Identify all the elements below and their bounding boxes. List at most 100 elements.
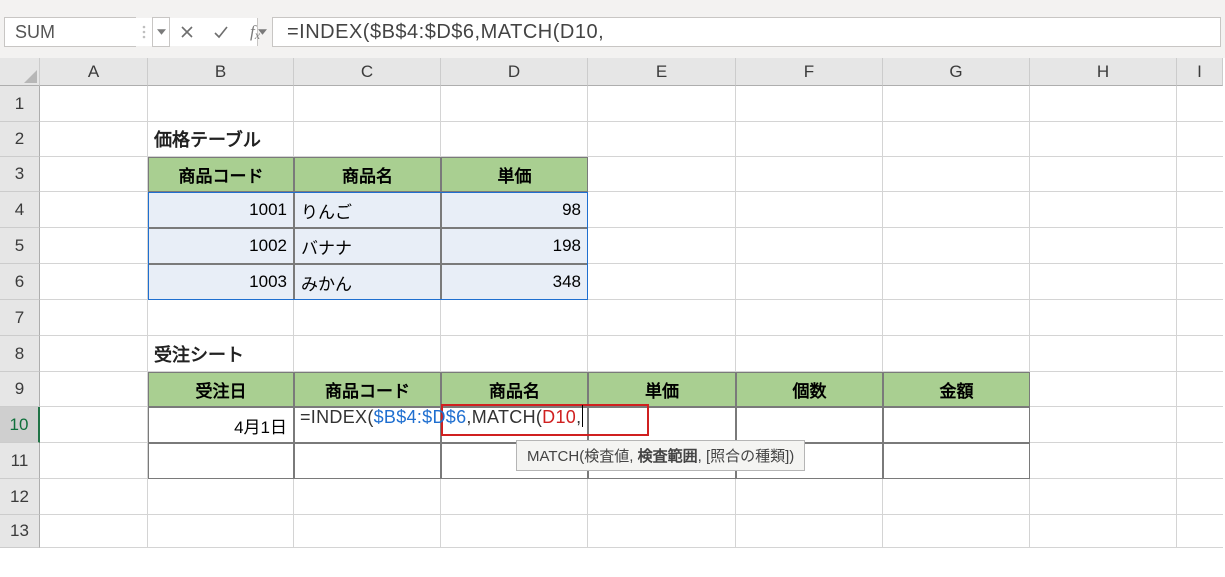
cell[interactable]	[294, 122, 441, 157]
cell[interactable]	[40, 300, 148, 336]
table1-cell[interactable]: 1001	[148, 192, 294, 228]
table2-header[interactable]: 受注日	[148, 372, 294, 407]
cell[interactable]	[1177, 86, 1223, 122]
tooltip-arg[interactable]: [照合の種類]	[706, 448, 789, 465]
row-header-4[interactable]: 4	[0, 192, 40, 228]
col-header-A[interactable]: A	[40, 58, 148, 86]
cell[interactable]	[40, 122, 148, 157]
cell[interactable]	[588, 515, 736, 548]
cell[interactable]	[883, 122, 1030, 157]
cell[interactable]	[883, 157, 1030, 192]
row-header-12[interactable]: 12	[0, 479, 40, 515]
row-header-3[interactable]: 3	[0, 157, 40, 192]
row-header-5[interactable]: 5	[0, 228, 40, 264]
cell[interactable]	[1030, 157, 1177, 192]
cell[interactable]	[294, 300, 441, 336]
cell[interactable]	[1177, 157, 1223, 192]
cell[interactable]	[588, 122, 736, 157]
cell[interactable]	[1030, 372, 1177, 407]
row-header-13[interactable]: 13	[0, 515, 40, 548]
cell[interactable]	[588, 192, 736, 228]
cell[interactable]	[40, 157, 148, 192]
cell[interactable]	[883, 192, 1030, 228]
table2-cell[interactable]	[883, 443, 1030, 479]
cell[interactable]	[588, 300, 736, 336]
cell[interactable]	[736, 192, 883, 228]
cell[interactable]	[1177, 372, 1223, 407]
cell[interactable]	[883, 228, 1030, 264]
cell[interactable]	[588, 336, 736, 372]
cell[interactable]	[736, 86, 883, 122]
cell[interactable]	[1177, 407, 1223, 443]
table1-title[interactable]: 価格テーブル	[148, 122, 294, 157]
table1-header[interactable]: 商品名	[294, 157, 441, 192]
cell[interactable]	[40, 372, 148, 407]
col-header-F[interactable]: F	[736, 58, 883, 86]
cell[interactable]	[1177, 479, 1223, 515]
confirm-formula-button[interactable]	[204, 17, 238, 47]
cell[interactable]	[148, 86, 294, 122]
cell[interactable]	[736, 300, 883, 336]
row-header-6[interactable]: 6	[0, 264, 40, 300]
cell[interactable]	[1030, 86, 1177, 122]
row-header-2[interactable]: 2	[0, 122, 40, 157]
cell[interactable]	[441, 479, 588, 515]
cell[interactable]	[1030, 515, 1177, 548]
fx-button[interactable]: fx	[238, 22, 272, 43]
table1-cell[interactable]: 348	[441, 264, 588, 300]
row-header-9[interactable]: 9	[0, 372, 40, 407]
cell[interactable]	[588, 86, 736, 122]
row-header-10[interactable]: 10	[0, 407, 40, 443]
col-header-G[interactable]: G	[883, 58, 1030, 86]
cell[interactable]	[1030, 122, 1177, 157]
col-header-I[interactable]: I	[1177, 58, 1223, 86]
table2-header[interactable]: 金額	[883, 372, 1030, 407]
cell[interactable]	[441, 300, 588, 336]
cell[interactable]	[883, 336, 1030, 372]
cell[interactable]	[294, 515, 441, 548]
cell[interactable]	[1030, 407, 1177, 443]
cell[interactable]	[441, 86, 588, 122]
cell[interactable]	[40, 86, 148, 122]
cell[interactable]	[1177, 300, 1223, 336]
cell[interactable]	[1030, 228, 1177, 264]
row-header-11[interactable]: 11	[0, 443, 40, 479]
table1-cell[interactable]: 1003	[148, 264, 294, 300]
col-header-B[interactable]: B	[148, 58, 294, 86]
cell[interactable]	[736, 122, 883, 157]
cell[interactable]	[1030, 443, 1177, 479]
function-arguments-tooltip[interactable]: MATCH(検査値, 検査範囲, [照合の種類])	[516, 440, 805, 471]
cell[interactable]	[736, 264, 883, 300]
cell[interactable]	[588, 479, 736, 515]
cell[interactable]	[736, 157, 883, 192]
select-all-corner[interactable]	[0, 58, 40, 86]
cell[interactable]	[40, 443, 148, 479]
row-header-8[interactable]: 8	[0, 336, 40, 372]
cell[interactable]	[40, 479, 148, 515]
formula-input[interactable]: =INDEX($B$4:$D$6,MATCH(D10,	[272, 17, 1221, 47]
tooltip-current-arg[interactable]: 検査範囲	[638, 448, 698, 465]
cell[interactable]	[588, 157, 736, 192]
cell[interactable]	[1177, 264, 1223, 300]
cell[interactable]	[148, 515, 294, 548]
table2-header[interactable]: 商品名	[441, 372, 588, 407]
cell[interactable]	[1030, 192, 1177, 228]
table1-cell[interactable]: 198	[441, 228, 588, 264]
table2-cell[interactable]	[294, 443, 441, 479]
table1-cell[interactable]: りんご	[294, 192, 441, 228]
cell[interactable]	[40, 192, 148, 228]
tooltip-arg[interactable]: 検査値	[584, 448, 629, 465]
cell[interactable]	[441, 122, 588, 157]
cell[interactable]	[1030, 264, 1177, 300]
cell[interactable]	[148, 479, 294, 515]
cell[interactable]	[1177, 122, 1223, 157]
table2-cell[interactable]	[883, 407, 1030, 443]
table2-cell[interactable]	[736, 407, 883, 443]
table2-header[interactable]: 商品コード	[294, 372, 441, 407]
cell[interactable]	[441, 515, 588, 548]
cell[interactable]	[294, 479, 441, 515]
cell[interactable]	[1177, 228, 1223, 264]
table2-title[interactable]: 受注シート	[148, 336, 294, 372]
table1-header[interactable]: 単価	[441, 157, 588, 192]
cell[interactable]	[1177, 515, 1223, 548]
